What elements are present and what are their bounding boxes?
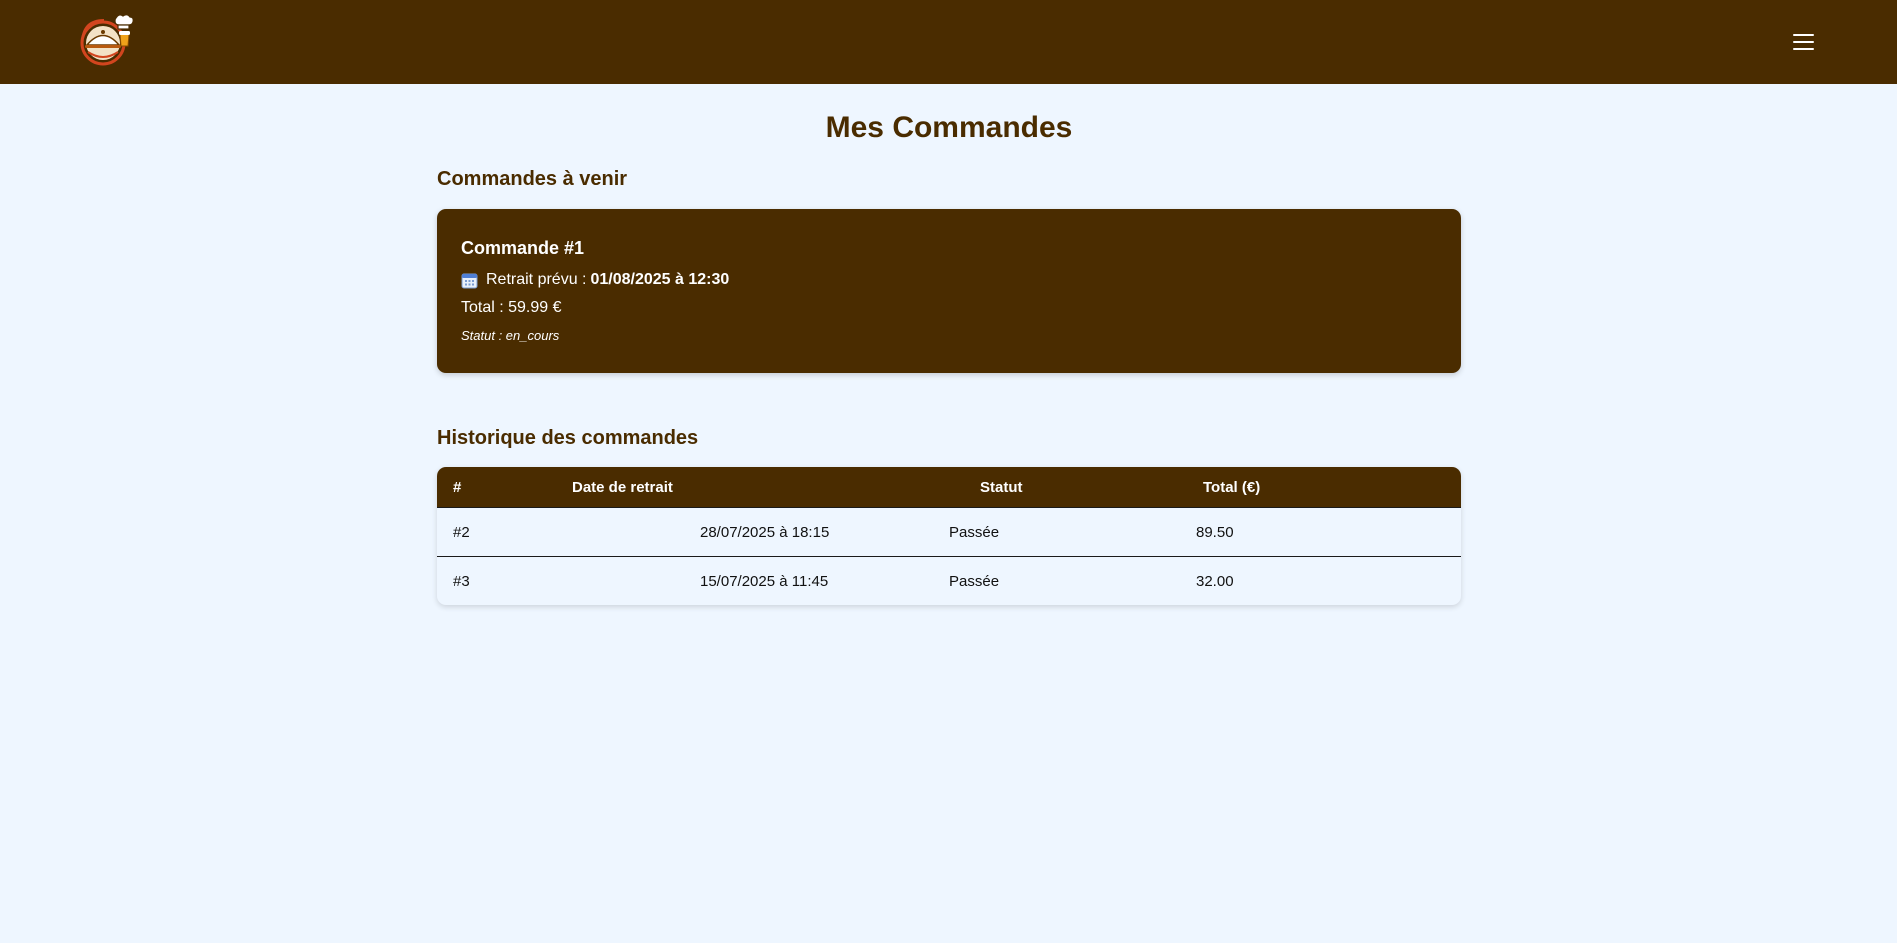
upcoming-order-card[interactable]: Commande #1 Retrait prévu : 01/08/2025 à…: [437, 209, 1461, 373]
order-id-cell: #3: [453, 572, 470, 590]
chef-cloche-logo-icon[interactable]: [76, 12, 136, 66]
table-row[interactable]: #3 15/07/2025 à 11:45 Passée 32.00: [437, 556, 1461, 605]
order-id-cell: #2: [453, 523, 470, 541]
status-cell: Passée: [949, 572, 1000, 590]
table-header-row: # Date de retrait Statut Total (€): [437, 467, 1461, 507]
column-header-status: Statut: [980, 478, 1023, 496]
order-history-table: # Date de retrait Statut Total (€) #2 28…: [437, 467, 1461, 605]
hamburger-menu-icon[interactable]: [1792, 30, 1816, 54]
order-history-heading: Historique des commandes: [437, 427, 699, 449]
column-header-id: #: [453, 478, 462, 496]
pickup-label: Retrait prévu :: [486, 271, 587, 288]
pickup-date-cell: 28/07/2025 à 18:15: [700, 523, 830, 541]
total-cell: 89.50: [1196, 523, 1234, 541]
upcoming-orders-heading: Commandes à venir: [437, 168, 628, 190]
calendar-icon: [461, 272, 478, 289]
pickup-date-cell: 15/07/2025 à 11:45: [700, 572, 829, 590]
order-status: Statut : en_cours: [461, 328, 560, 343]
pickup-datetime: 01/08/2025 à 12:30: [590, 271, 730, 288]
order-pickup-line: Retrait prévu : 01/08/2025 à 12:30: [461, 270, 1437, 290]
total-cell: 32.00: [1196, 572, 1234, 590]
column-header-total: Total (€): [1203, 478, 1261, 496]
top-navbar: [0, 0, 1897, 84]
status-cell: Passée: [949, 523, 1000, 541]
order-total: Total : 59.99 €: [461, 299, 562, 316]
table-row[interactable]: #2 28/07/2025 à 18:15 Passée 89.50: [437, 507, 1461, 556]
main-content: Mes Commandes Commandes à venir Commande…: [437, 84, 1461, 605]
page-title: Mes Commandes: [825, 111, 1073, 144]
column-header-date: Date de retrait: [572, 478, 673, 496]
order-title: Commande #1: [461, 238, 585, 258]
